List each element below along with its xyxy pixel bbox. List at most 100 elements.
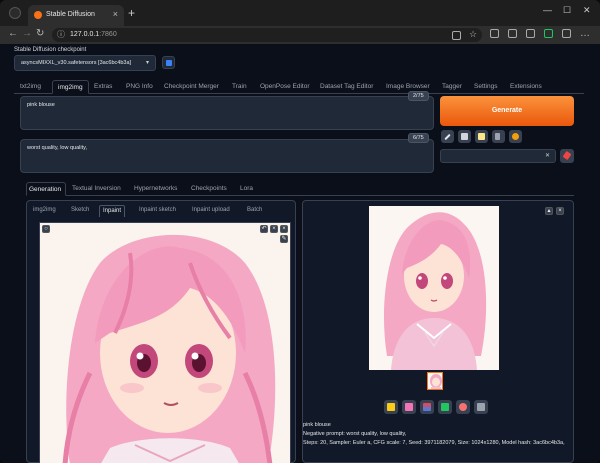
extra-networks-button[interactable] bbox=[509, 130, 522, 143]
checkpoint-value: asyncsMIXXL_v30.safetensors [3ac6bc4b3a] bbox=[21, 60, 132, 66]
image-tab-inpaint-sketch[interactable]: Inpaint sketch bbox=[139, 205, 176, 217]
more-menu-icon[interactable]: … bbox=[580, 28, 590, 39]
tab-checkpoint-merger[interactable]: Checkpoint Merger bbox=[164, 80, 219, 94]
back-icon[interactable]: ← bbox=[8, 28, 18, 39]
image-tab-sketch[interactable]: Sketch bbox=[71, 205, 89, 217]
brush-settings-icon[interactable]: ○ bbox=[42, 225, 50, 233]
browser-profile-icon[interactable] bbox=[9, 7, 21, 19]
tab-img2img[interactable]: img2img bbox=[52, 80, 89, 94]
main-tabs: txt2img img2img Extras PNG Info Checkpoi… bbox=[14, 80, 584, 94]
url-field[interactable]: ⓘ 127.0.0.1:7860 ☆ bbox=[52, 28, 482, 42]
brush-icon bbox=[562, 150, 572, 161]
extra-networks-icon bbox=[512, 133, 519, 140]
arrow-diagonal-icon bbox=[444, 133, 451, 141]
url-host: 127.0.0.1 bbox=[70, 31, 100, 38]
browser-tab[interactable]: Stable Diffusion × bbox=[28, 5, 124, 26]
tab-extras[interactable]: Extras bbox=[94, 80, 112, 94]
refresh-icon bbox=[166, 60, 172, 66]
tab-tagger[interactable]: Tagger bbox=[442, 80, 462, 94]
tab-settings[interactable]: Settings bbox=[474, 80, 498, 94]
send-to-img2img-button[interactable] bbox=[438, 400, 452, 414]
undo-icon[interactable]: ↶ bbox=[260, 225, 268, 233]
split-screen-icon[interactable] bbox=[490, 29, 499, 38]
gen-info-params: Steps: 20, Sampler: Euler a, CFG scale: … bbox=[303, 440, 565, 446]
tab-generation[interactable]: Generation bbox=[26, 182, 67, 196]
input-image-panel: img2img Sketch Inpaint Inpaint sketch In… bbox=[26, 200, 296, 463]
maximize-icon[interactable]: ☐ bbox=[563, 5, 571, 16]
image-tab-batch[interactable]: Batch bbox=[247, 205, 262, 217]
reload-icon[interactable]: ↻ bbox=[36, 28, 44, 39]
favicon-icon bbox=[34, 11, 42, 19]
prompt-input[interactable]: pink blouse bbox=[20, 96, 434, 130]
url-text: 127.0.0.1:7860 bbox=[70, 31, 117, 38]
favorites-icon[interactable] bbox=[508, 29, 517, 38]
inpaint-canvas[interactable]: ○ ↶ × × ✎ bbox=[39, 222, 291, 463]
close-window-icon[interactable]: ✕ bbox=[583, 5, 591, 16]
image-tab-inpaint[interactable]: Inpaint bbox=[99, 205, 126, 217]
close-output-icon[interactable]: × bbox=[556, 207, 564, 215]
tab-dataset-tag-editor[interactable]: Dataset Tag Editor bbox=[320, 80, 373, 94]
read-aloud-icon[interactable] bbox=[452, 31, 461, 40]
refresh-checkpoint-button[interactable] bbox=[162, 56, 175, 69]
apply-style-button[interactable] bbox=[492, 130, 505, 143]
tab-textual-inversion[interactable]: Textual Inversion bbox=[72, 182, 121, 196]
thumbnail-image bbox=[428, 373, 442, 389]
image-tab-img2img[interactable]: img2img bbox=[33, 205, 56, 217]
gen-info-prompt: pink blouse bbox=[303, 422, 331, 428]
site-info-icon[interactable]: ⓘ bbox=[57, 29, 65, 40]
send-to-extras-button[interactable] bbox=[474, 400, 488, 414]
tab-lora[interactable]: Lora bbox=[240, 182, 253, 196]
tab-checkpoints[interactable]: Checkpoints bbox=[191, 182, 227, 196]
fullscreen-icon[interactable]: ▴ bbox=[545, 207, 553, 215]
trash-icon bbox=[461, 133, 468, 140]
tab-txt2img[interactable]: txt2img bbox=[20, 80, 41, 94]
extension-icon[interactable] bbox=[544, 29, 553, 38]
browser-essentials-icon[interactable] bbox=[562, 29, 571, 38]
send-to-inpaint-icon bbox=[459, 403, 467, 411]
tab-hypernetworks[interactable]: Hypernetworks bbox=[134, 182, 177, 196]
read-params-button[interactable] bbox=[441, 130, 454, 143]
url-port: :7860 bbox=[99, 31, 117, 38]
browser-window: Stable Diffusion × + — ☐ ✕ ← → ↻ ⓘ 127.0… bbox=[0, 0, 600, 463]
collections-icon[interactable] bbox=[526, 29, 535, 38]
paste-button[interactable] bbox=[475, 130, 488, 143]
checkpoint-select[interactable]: asyncsMIXXL_v30.safetensors [3ac6bc4b3a]… bbox=[14, 55, 156, 71]
tab-extensions[interactable]: Extensions bbox=[510, 80, 542, 94]
send-to-img2img-icon bbox=[441, 403, 449, 411]
save-button[interactable] bbox=[402, 400, 416, 414]
anime-girl-image bbox=[40, 223, 290, 463]
negative-prompt-text: worst quality, low quality, bbox=[27, 145, 88, 151]
new-tab-icon[interactable]: + bbox=[128, 6, 135, 20]
webui-page: Stable Diffusion checkpoint asyncsMIXXL_… bbox=[0, 44, 600, 463]
close-tab-icon[interactable]: × bbox=[113, 9, 118, 19]
gen-info-negative: Negative prompt: worst quality, low qual… bbox=[303, 431, 407, 437]
clear-canvas-icon[interactable]: × bbox=[270, 225, 278, 233]
tab-openpose-editor[interactable]: OpenPose Editor bbox=[260, 80, 310, 94]
send-to-extras-icon bbox=[477, 403, 485, 411]
generated-anime-girl-image bbox=[369, 206, 499, 370]
open-folder-button[interactable] bbox=[384, 400, 398, 414]
generated-image[interactable] bbox=[369, 206, 499, 370]
generate-button[interactable]: Generate bbox=[440, 96, 574, 126]
styles-select[interactable]: ✕ bbox=[440, 149, 556, 163]
close-image-icon[interactable]: × bbox=[280, 225, 288, 233]
negative-prompt-input[interactable]: worst quality, low quality, bbox=[20, 139, 434, 173]
brush-size-icon[interactable]: ✎ bbox=[280, 235, 288, 243]
style-apply-icon bbox=[495, 133, 500, 140]
output-thumbnail[interactable] bbox=[427, 372, 443, 390]
forward-icon[interactable]: → bbox=[22, 28, 32, 39]
tab-png-info[interactable]: PNG Info bbox=[126, 80, 153, 94]
send-to-inpaint-button[interactable] bbox=[456, 400, 470, 414]
clear-prompt-button[interactable] bbox=[458, 130, 471, 143]
generation-info: pink blouse Negative prompt: worst quali… bbox=[303, 421, 575, 448]
styles-clear-icon[interactable]: ✕ bbox=[545, 152, 550, 159]
save-icon bbox=[405, 403, 413, 411]
zip-button[interactable] bbox=[420, 400, 434, 414]
edit-styles-button[interactable] bbox=[560, 149, 574, 163]
zip-icon bbox=[423, 403, 431, 411]
tab-train[interactable]: Train bbox=[232, 80, 247, 94]
favorite-star-icon[interactable]: ☆ bbox=[469, 29, 477, 40]
image-tab-inpaint-upload[interactable]: Inpaint upload bbox=[192, 205, 230, 217]
generation-sub-tabs: Generation Textual Inversion Hypernetwor… bbox=[26, 182, 574, 196]
minimize-icon[interactable]: — bbox=[543, 5, 552, 15]
